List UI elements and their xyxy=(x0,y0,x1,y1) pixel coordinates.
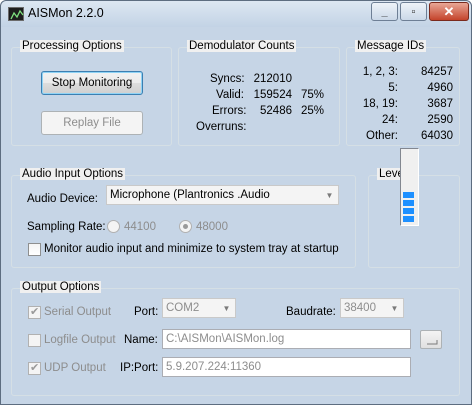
ip-port-value: 5.9.207.224:11360 xyxy=(166,361,262,373)
chevron-down-icon[interactable]: ▼ xyxy=(386,299,403,317)
message-id-label: Other: xyxy=(366,130,398,142)
message-id-count: 64030 xyxy=(421,130,453,142)
group-title: Audio Input Options xyxy=(20,168,126,180)
serial-output-label: Serial Output xyxy=(44,306,112,318)
rate-44100-label: 44100 xyxy=(124,221,156,233)
group-title: Demodulator Counts xyxy=(187,40,297,52)
name-label: Name: xyxy=(124,334,158,346)
check-icon: ✔ xyxy=(30,362,40,374)
group-title: Message IDs xyxy=(355,40,427,52)
audio-device-label: Audio Device: xyxy=(27,193,98,205)
message-id-count: 2590 xyxy=(427,114,453,126)
chevron-down-icon[interactable]: ▼ xyxy=(218,299,235,317)
port-value: COM2 xyxy=(166,302,200,314)
replay-file-button[interactable]: Replay File xyxy=(41,111,143,135)
overruns-label: Overruns: xyxy=(196,121,247,133)
minimize-button[interactable]: _ xyxy=(371,2,398,21)
close-button[interactable]: ✕ xyxy=(429,2,469,21)
maximize-icon: ▫ xyxy=(411,5,416,18)
message-id-label: 18, 19: xyxy=(362,98,398,110)
group-title: Processing Options xyxy=(20,40,124,52)
logfile-name-value: C:\AISMon\AISMon.log xyxy=(166,333,285,345)
udp-output-label: UDP Output xyxy=(44,362,106,374)
app-icon[interactable] xyxy=(8,7,24,21)
valid-value: 159524 xyxy=(253,89,292,101)
level-meter xyxy=(400,148,419,226)
message-id-label: 5: xyxy=(388,82,398,94)
rate-48000-radio[interactable] xyxy=(179,220,192,233)
check-icon: ✔ xyxy=(30,306,40,318)
folder-icon xyxy=(427,340,438,345)
message-id-count: 4960 xyxy=(427,82,453,94)
level-segment xyxy=(403,216,414,222)
valid-percent: 75% xyxy=(300,89,324,101)
audio-device-dropdown[interactable]: Microphone (Plantronics .Audio ▼ xyxy=(106,185,339,205)
stop-monitoring-button[interactable]: Stop Monitoring xyxy=(41,71,143,95)
maximize-button[interactable]: ▫ xyxy=(400,2,427,21)
browse-button[interactable] xyxy=(420,330,442,349)
level-segment xyxy=(403,208,414,214)
minimize-icon: _ xyxy=(381,5,388,18)
audio-device-value: Microphone (Plantronics .Audio xyxy=(110,189,270,201)
rate-44100-radio[interactable] xyxy=(107,220,120,233)
message-id-count: 84257 xyxy=(421,66,453,78)
chevron-down-icon[interactable]: ▼ xyxy=(321,186,338,204)
ip-port-label: IP:Port: xyxy=(120,362,159,374)
close-icon: ✕ xyxy=(443,3,455,19)
message-id-label: 24: xyxy=(382,114,398,126)
monitor-audio-checkbox[interactable] xyxy=(28,243,41,256)
port-dropdown[interactable]: COM2 ▼ xyxy=(162,298,236,318)
logfile-output-checkbox[interactable] xyxy=(28,334,41,347)
serial-output-checkbox[interactable]: ✔ xyxy=(28,306,41,319)
group-title: Output Options xyxy=(20,281,102,293)
rate-48000-label: 48000 xyxy=(196,221,228,233)
ip-port-field[interactable]: 5.9.207.224:11360 xyxy=(162,357,411,377)
errors-percent: 25% xyxy=(300,105,324,117)
errors-value: 52486 xyxy=(260,105,292,117)
syncs-value: 212010 xyxy=(253,73,292,85)
logfile-output-label: Logfile Output xyxy=(44,334,116,346)
level-segment xyxy=(403,200,414,206)
window-title: AISMon 2.2.0 xyxy=(28,6,104,20)
message-id-count: 3687 xyxy=(427,98,453,110)
baudrate-value: 38400 xyxy=(344,302,376,314)
baudrate-dropdown[interactable]: 38400 ▼ xyxy=(340,298,404,318)
title-bar[interactable]: AISMon 2.2.0 _ ▫ ✕ xyxy=(1,1,471,27)
udp-output-checkbox[interactable]: ✔ xyxy=(28,362,41,375)
logfile-name-field[interactable]: C:\AISMon\AISMon.log xyxy=(162,329,411,349)
baudrate-label: Baudrate: xyxy=(286,306,336,318)
message-id-label: 1, 2, 3: xyxy=(362,66,398,78)
port-label: Port: xyxy=(134,306,159,318)
radio-selected-dot xyxy=(183,224,188,229)
level-segment xyxy=(403,192,414,198)
sampling-rate-label: Sampling Rate: xyxy=(27,221,106,233)
monitor-audio-label: Monitor audio input and minimize to syst… xyxy=(44,243,339,255)
